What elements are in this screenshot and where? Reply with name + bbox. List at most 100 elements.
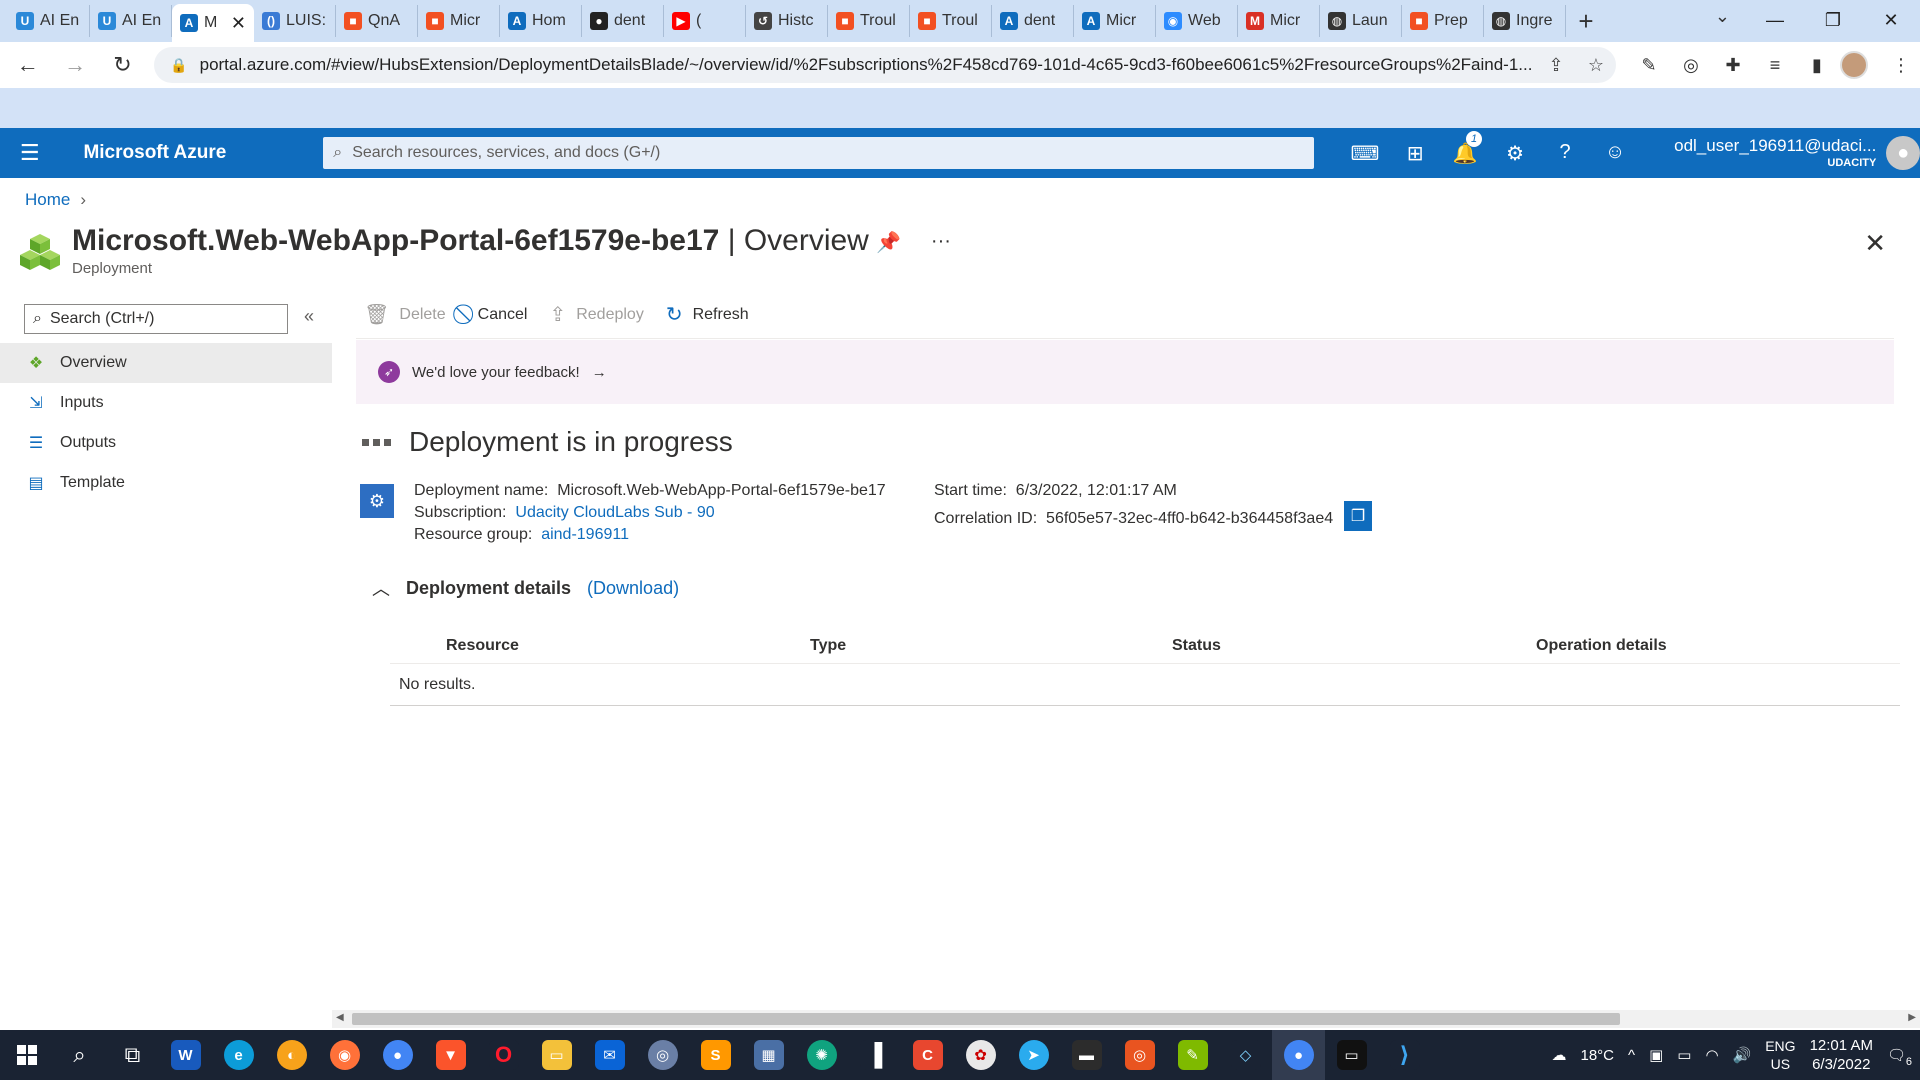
battery-icon[interactable]: ▭ (1677, 1046, 1691, 1064)
edge-icon[interactable]: e (212, 1030, 265, 1080)
download-link[interactable]: (Download) (587, 578, 679, 599)
remote-app-icon[interactable]: ◇ (1219, 1030, 1272, 1080)
browser-menu-icon[interactable]: ⋮ (1882, 55, 1920, 76)
ubuntu-icon[interactable]: ◎ (1113, 1030, 1166, 1080)
feedback-banner[interactable]: ➶ We'd love your feedback! → (356, 340, 1894, 404)
task-view-icon[interactable]: ⧉ (106, 1030, 159, 1080)
book-icon[interactable]: ▐ (848, 1030, 901, 1080)
redeploy-button[interactable]: ⇪ Redeploy (549, 302, 643, 327)
mail-icon[interactable]: ✉ (583, 1030, 636, 1080)
menu-item-overview[interactable]: ❖ Overview (0, 343, 332, 383)
url-text[interactable]: portal.azure.com/#view/HubsExtension/Dep… (200, 55, 1536, 75)
language-indicator[interactable]: ENG US (1765, 1037, 1795, 1073)
breadcrumb-home[interactable]: Home (25, 190, 70, 209)
browser-tab[interactable]: ◍ Laun (1320, 5, 1402, 37)
extension-circle-icon[interactable]: ◎ (1672, 55, 1710, 76)
share-icon[interactable]: ⇪ (1536, 55, 1576, 76)
notifications-icon[interactable]: 🔔 1 (1440, 130, 1490, 166)
user-avatar[interactable]: ● (1886, 136, 1920, 170)
tab-search-icon[interactable]: ⌄ (1715, 6, 1730, 27)
puzzle-icon[interactable]: ✚ (1714, 55, 1752, 76)
slack-like-icon[interactable]: ✿ (954, 1030, 1007, 1080)
browser-tab[interactable]: A M ✕ (172, 4, 254, 42)
back-icon[interactable]: ← (8, 45, 47, 85)
scroll-left-icon[interactable]: ◀ (336, 1012, 344, 1023)
chevron-up-icon[interactable]: ︿ (372, 575, 390, 601)
word-icon[interactable]: W (159, 1030, 212, 1080)
clock[interactable]: 12:01 AM 6/3/2022 (1810, 1036, 1873, 1075)
lock-icon[interactable]: 🔒 (170, 57, 187, 74)
browser-tab[interactable]: U AI En (8, 5, 90, 37)
cloud-shell-icon[interactable]: ⌨ (1340, 141, 1390, 166)
firefox-icon[interactable]: ◉ (318, 1030, 371, 1080)
menu-item-inputs[interactable]: ⇲ Inputs (0, 383, 332, 423)
show-hidden-icons-icon[interactable]: ^ (1628, 1047, 1635, 1064)
restore-icon[interactable]: ❐ (1804, 0, 1862, 40)
close-tab-icon[interactable]: ✕ (231, 13, 246, 34)
eyedropper-icon[interactable]: ✎ (1630, 55, 1668, 76)
app-c-icon[interactable]: C (901, 1030, 954, 1080)
browser-tab[interactable]: ● dent (582, 5, 664, 37)
browser-tab[interactable]: ■ Troul (828, 5, 910, 37)
browser-tab[interactable]: ■ QnA (336, 5, 418, 37)
column-header-operation-details[interactable]: Operation details (1536, 637, 1667, 655)
weather-temp[interactable]: 18°C (1581, 1047, 1615, 1064)
scrollbar-thumb[interactable] (352, 1013, 1620, 1025)
browser-tab[interactable]: ◉ Web (1156, 5, 1238, 37)
pin-icon[interactable]: 📌 (876, 230, 901, 255)
resource-group-link[interactable]: aind-196911 (541, 526, 629, 543)
wifi-icon[interactable]: ◠ (1705, 1046, 1718, 1064)
browser-tab[interactable]: ■ Prep (1402, 5, 1484, 37)
refresh-button[interactable]: ↻ Refresh (666, 302, 749, 327)
copy-icon[interactable]: ❐ (1344, 501, 1372, 531)
settings-gear-icon[interactable]: ⚙ (1490, 141, 1540, 166)
chatgpt-icon[interactable]: ✺ (795, 1030, 848, 1080)
user-account[interactable]: odl_user_196911@udaci... UDACITY (1674, 136, 1876, 170)
horizontal-scrollbar[interactable]: ◀ ▶ (332, 1010, 1920, 1028)
media-list-icon[interactable]: ≡ (1756, 55, 1794, 76)
help-icon[interactable]: ? (1540, 141, 1590, 166)
vpn-icon[interactable]: ◐ (265, 1030, 318, 1080)
cancel-button[interactable]: ⃠ Cancel (468, 303, 528, 326)
column-header-type[interactable]: Type (810, 637, 846, 655)
close-window-icon[interactable]: ✕ (1862, 0, 1920, 40)
brave-icon[interactable]: ▼ (424, 1030, 477, 1080)
sublime-icon[interactable]: S (689, 1030, 742, 1080)
more-options-icon[interactable]: ··· (931, 230, 951, 255)
browser-tab[interactable]: ↺ Histc (746, 5, 828, 37)
browser-tab[interactable]: ▶( (664, 5, 746, 37)
column-header-status[interactable]: Status (1172, 637, 1221, 655)
windows-start-icon[interactable] (0, 1030, 53, 1080)
browser-tab[interactable]: A Micr (1074, 5, 1156, 37)
search-icon[interactable]: ⌕ (53, 1030, 106, 1080)
new-tab-icon[interactable]: + (1566, 6, 1606, 37)
telegram-icon[interactable]: ➤ (1007, 1030, 1060, 1080)
browser-tab[interactable]: U AI En (90, 5, 172, 37)
chrome-icon[interactable]: ● (371, 1030, 424, 1080)
file-explorer-icon[interactable]: ▭ (530, 1030, 583, 1080)
reload-icon[interactable]: ↻ (103, 45, 142, 85)
menu-item-outputs[interactable]: ☰ Outputs (0, 423, 332, 463)
feedback-icon[interactable]: ☺ (1590, 141, 1640, 166)
volume-icon[interactable]: 🔊 (1733, 1046, 1752, 1064)
menu-item-template[interactable]: ▤ Template (0, 463, 332, 503)
browser-tab[interactable]: () LUIS: (254, 5, 336, 37)
browser-tab[interactable]: ◍ Ingre (1484, 5, 1566, 37)
close-blade-icon[interactable]: ✕ (1864, 228, 1886, 259)
minimize-icon[interactable]: — (1746, 0, 1804, 40)
collapse-menu-icon[interactable]: « (304, 306, 314, 327)
chrome-active-icon[interactable]: ● (1272, 1030, 1325, 1080)
sidebar-icon[interactable]: ▮ (1798, 55, 1836, 76)
column-header-resource[interactable]: Resource (446, 637, 519, 655)
address-bar[interactable]: 🔒 portal.azure.com/#view/HubsExtension/D… (154, 47, 1616, 83)
weather-cloud-icon[interactable]: ☁ (1552, 1046, 1567, 1064)
opera-icon[interactable]: O (477, 1030, 530, 1080)
browser-tab[interactable]: ■ Micr (418, 5, 500, 37)
bookmark-star-icon[interactable]: ☆ (1576, 55, 1616, 76)
subscription-link[interactable]: Udacity CloudLabs Sub - 90 (515, 504, 714, 521)
browser-tab[interactable]: M Micr (1238, 5, 1320, 37)
meet-now-icon[interactable]: ▣ (1649, 1046, 1663, 1064)
calculator-icon[interactable]: ▦ (742, 1030, 795, 1080)
notepadpp-icon[interactable]: ✎ (1166, 1030, 1219, 1080)
delete-button[interactable]: 🗑 Delete (364, 302, 446, 327)
